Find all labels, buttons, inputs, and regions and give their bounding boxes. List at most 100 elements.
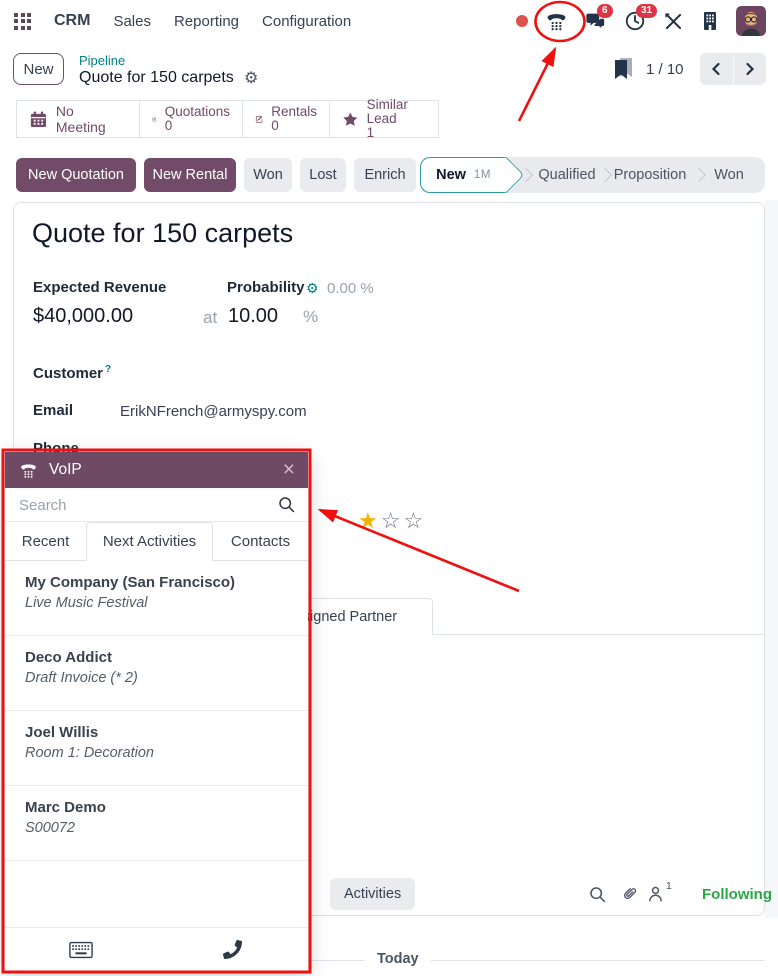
breadcrumb-record-title: Quote for 150 carpets (79, 69, 234, 87)
list-item-subtitle: Room 1: Decoration (25, 745, 288, 761)
voip-title: VoIP (49, 461, 82, 479)
tools-icon[interactable] (663, 11, 684, 32)
voip-header[interactable]: VoIP × (5, 452, 308, 488)
activities-badge: 31 (636, 4, 657, 18)
rentals-smart-button[interactable]: Rentals0 (242, 100, 330, 138)
nav-menu-configuration[interactable]: Configuration (262, 13, 351, 30)
smart-button-label: No Meeting (56, 103, 127, 135)
voip-search-input[interactable] (19, 490, 259, 520)
smart-buttons-row: No Meeting Quotations0 Rentals0 Similar … (16, 100, 439, 138)
stage-won[interactable]: Won (706, 157, 752, 193)
pager-next-button[interactable] (733, 53, 767, 85)
list-item-name: My Company (San Francisco) (25, 574, 288, 591)
chatter-search-icon[interactable] (588, 885, 607, 909)
smart-button-count: 1 (367, 126, 426, 140)
stage-duration-badge: 1M (474, 169, 491, 181)
voip-footer (5, 927, 308, 971)
annotation-arrow-to-phone (519, 49, 555, 121)
probability-label: Probability (227, 279, 305, 296)
apps-grid-icon[interactable] (14, 13, 31, 30)
breadcrumb-pipeline-link[interactable]: Pipeline (79, 53, 125, 68)
list-item-name: Deco Addict (25, 649, 288, 666)
smart-button-label: Similar Lead (367, 97, 408, 126)
list-item-name: Joel Willis (25, 724, 288, 741)
user-avatar[interactable] (736, 6, 766, 36)
stage-proposition[interactable]: Proposition (608, 157, 692, 193)
followers-icon[interactable] (646, 884, 665, 908)
smart-button-label: Rentals (271, 104, 317, 119)
voip-tab-contacts[interactable]: Contacts (213, 522, 308, 560)
call-phone-icon[interactable] (157, 928, 309, 971)
bookmark-icon[interactable] (611, 56, 635, 85)
activities-clock-icon[interactable]: 31 (624, 10, 646, 32)
offline-status-dot (516, 15, 528, 27)
page-background-strip (765, 200, 778, 918)
new-quotation-button[interactable]: New Quotation (16, 158, 136, 192)
nav-menu-reporting[interactable]: Reporting (174, 13, 239, 30)
smart-button-label: Quotations (165, 104, 230, 119)
following-toggle[interactable]: Following (702, 886, 772, 903)
customer-label: Customer? (33, 364, 111, 382)
meetings-smart-button[interactable]: No Meeting (16, 100, 140, 138)
similar-lead-smart-button[interactable]: Similar Lead1 (329, 100, 439, 138)
priority-stars[interactable]: ★☆☆ (358, 508, 426, 534)
voip-close-icon[interactable]: × (283, 456, 295, 484)
voip-popup: VoIP × Recent Next Activities Contacts M… (5, 452, 308, 971)
record-pager-count: 1 / 10 (646, 61, 684, 78)
edit-document-icon (152, 110, 157, 129)
customer-help-sup: ? (105, 364, 111, 375)
list-item-subtitle: Draft Invoice (* 2) (25, 670, 288, 686)
email-label: Email (33, 402, 73, 419)
star-empty-icon[interactable]: ☆ (381, 508, 404, 533)
lead-title[interactable]: Quote for 150 carpets (32, 218, 293, 249)
follower-count: 1 (666, 880, 672, 892)
email-field[interactable]: ErikNFrench@armyspy.com (120, 403, 307, 420)
list-item[interactable]: My Company (San Francisco) Live Music Fe… (5, 561, 308, 636)
enrich-button[interactable]: Enrich (354, 158, 416, 192)
won-button[interactable]: Won (244, 158, 292, 192)
date-divider-label: Today (365, 951, 431, 967)
quotations-smart-button[interactable]: Quotations0 (139, 100, 243, 138)
stage-new-active[interactable]: New 1M (420, 157, 506, 193)
voip-tabs: Recent Next Activities Contacts (5, 522, 308, 561)
expected-revenue-field[interactable]: $40,000.00 (33, 305, 133, 328)
action-menu-gear-icon[interactable]: ⚙ (244, 68, 258, 88)
list-item-subtitle: S00072 (25, 820, 288, 836)
probability-top-value: 0.00 % (327, 280, 374, 297)
lost-button[interactable]: Lost (300, 158, 346, 192)
record-pager (700, 53, 766, 85)
pager-previous-button[interactable] (700, 53, 733, 85)
nav-menu-crm[interactable]: CRM (54, 12, 90, 30)
new-rental-button[interactable]: New Rental (144, 158, 236, 192)
voip-search-row (5, 488, 308, 522)
list-item[interactable]: Joel Willis Room 1: Decoration (5, 711, 308, 786)
voip-phone-icon (19, 461, 38, 480)
voip-phone-icon[interactable] (545, 10, 568, 33)
activities-button[interactable]: Activities (330, 878, 415, 910)
nav-menu-sales[interactable]: Sales (113, 13, 151, 30)
star-empty-icon[interactable]: ☆ (403, 508, 426, 533)
messages-icon[interactable]: 6 (585, 10, 607, 32)
at-label: at (203, 308, 217, 328)
stage-qualified[interactable]: Qualified (531, 157, 603, 193)
company-building-icon[interactable] (701, 10, 719, 32)
voip-search-icon[interactable] (277, 495, 296, 519)
list-item[interactable]: Deco Addict Draft Invoice (* 2) (5, 636, 308, 711)
star-filled-icon[interactable]: ★ (358, 508, 381, 533)
edit-document-icon (255, 110, 263, 129)
stage-label: New (436, 167, 466, 183)
keypad-keyboard-icon[interactable] (5, 928, 157, 971)
new-record-button[interactable]: New (13, 53, 64, 85)
calendar-icon (29, 110, 48, 129)
expected-revenue-label: Expected Revenue (33, 279, 166, 296)
odoo-crm-window: CRM Sales Reporting Configuration 6 31 (0, 0, 778, 976)
list-item[interactable]: Marc Demo S00072 (5, 786, 308, 861)
attachment-paperclip-icon[interactable] (619, 884, 639, 909)
probability-field[interactable]: 10.00 (228, 305, 278, 328)
list-item-subtitle: Live Music Festival (25, 595, 288, 611)
probability-gear-icon[interactable]: ⚙ (306, 280, 319, 297)
voip-tab-next-activities[interactable]: Next Activities (86, 522, 213, 561)
voip-tab-recent[interactable]: Recent (5, 522, 86, 560)
smart-button-count: 0 (165, 119, 230, 133)
star-icon (342, 109, 359, 130)
